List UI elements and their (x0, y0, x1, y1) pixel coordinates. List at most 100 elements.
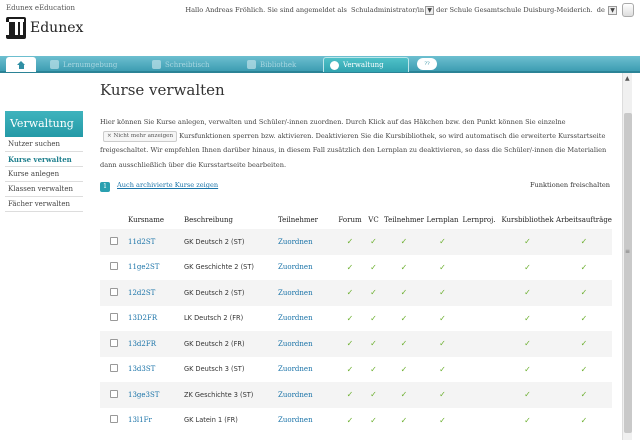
checkmark-icon[interactable]: ✓ (370, 339, 377, 348)
course-name-link[interactable]: 13l1Fr (128, 408, 184, 434)
checkmark-icon[interactable]: ✓ (370, 390, 377, 399)
checkmark-icon[interactable]: ✓ (439, 314, 446, 323)
tab-label: Bibliothek (260, 60, 297, 69)
course-name-link[interactable]: 11ge2ST (128, 255, 184, 281)
checkmark-icon[interactable]: ✓ (524, 288, 531, 297)
column-header-kursname[interactable]: Kursname (128, 211, 184, 229)
checkmark-icon[interactable]: ✓ (370, 365, 377, 374)
table-row: 12d2ST GK Deutsch 2 (ST) Zuordnen ✓ ✓ ✓ ✓ ✓ ✓ (100, 280, 612, 306)
help-button[interactable] (622, 3, 634, 17)
function-cell-lernproj (459, 382, 499, 408)
checkmark-icon[interactable]: ✓ (581, 390, 588, 399)
course-name-link[interactable]: 13ge3ST (128, 382, 184, 408)
checkmark-icon[interactable]: ✓ (401, 237, 408, 246)
tab-lernumgebung[interactable]: Lernumgebung (44, 57, 134, 72)
sidebar-item-faecher-verwalten[interactable]: Fächer verwalten (5, 197, 83, 212)
row-checkbox[interactable] (110, 287, 118, 296)
checkmark-icon[interactable]: ✓ (581, 339, 588, 348)
row-checkbox[interactable] (110, 338, 118, 347)
checkmark-icon[interactable]: ✓ (370, 314, 377, 323)
checkmark-icon[interactable]: ✓ (347, 314, 354, 323)
checkmark-icon[interactable]: ✓ (347, 339, 354, 348)
checkmark-icon[interactable]: ✓ (524, 365, 531, 374)
assign-members-link[interactable]: Zuordnen (278, 331, 335, 357)
logo[interactable]: Edunex (6, 17, 83, 39)
speech-bubble-icon[interactable]: ?? (417, 58, 437, 70)
course-name-link[interactable]: 13d3ST (128, 357, 184, 383)
checkmark-icon[interactable]: ✓ (347, 237, 354, 246)
assign-members-link[interactable]: Zuordnen (278, 280, 335, 306)
row-checkbox[interactable] (110, 313, 118, 322)
checkmark-icon[interactable]: ✓ (401, 365, 408, 374)
checkmark-icon[interactable]: ✓ (401, 263, 408, 272)
checkmark-icon[interactable]: ✓ (581, 365, 588, 374)
checkmark-icon[interactable]: ✓ (439, 365, 446, 374)
checkmark-icon[interactable]: ✓ (347, 390, 354, 399)
checkmark-icon[interactable]: ✓ (347, 416, 354, 425)
checkmark-icon[interactable]: ✓ (439, 288, 446, 297)
checkmark-icon[interactable]: ✓ (439, 237, 446, 246)
checkmark-icon[interactable]: ✓ (370, 288, 377, 297)
tab-schreibtisch[interactable]: Schreibtisch (146, 57, 226, 72)
checkmark-icon[interactable]: ✓ (524, 339, 531, 348)
assign-members-link[interactable]: Zuordnen (278, 229, 335, 255)
tab-home[interactable] (6, 57, 36, 72)
checkmark-icon[interactable]: ✓ (401, 314, 408, 323)
course-name-link[interactable]: 11d2ST (128, 229, 184, 255)
assign-members-link[interactable]: Zuordnen (278, 382, 335, 408)
course-name-link[interactable]: 13d2FR (128, 331, 184, 357)
checkmark-icon[interactable]: ✓ (439, 416, 446, 425)
sidebar-item-kurse-verwalten[interactable]: Kurse verwalten (5, 152, 83, 167)
sidebar-item-kurse-anlegen[interactable]: Kurse anlegen (5, 167, 83, 182)
vertical-scrollbar[interactable]: ▲ ≡ (622, 73, 632, 440)
checkmark-icon[interactable]: ✓ (581, 416, 588, 425)
row-checkbox[interactable] (110, 236, 118, 245)
assign-members-link[interactable]: Zuordnen (278, 357, 335, 383)
row-checkbox[interactable] (110, 364, 118, 373)
checkmark-icon[interactable]: ✓ (370, 416, 377, 425)
checkmark-icon[interactable]: ✓ (439, 339, 446, 348)
scrollbar-thumb[interactable] (624, 113, 632, 433)
role-select[interactable]: Schuladministrator/in ▼ (349, 5, 435, 15)
scroll-up-icon[interactable]: ▲ (625, 75, 630, 82)
checkmark-icon[interactable]: ✓ (347, 263, 354, 272)
checkmark-icon[interactable]: ✓ (524, 237, 531, 246)
checkmark-icon[interactable]: ✓ (581, 314, 588, 323)
checkmark-icon[interactable]: ✓ (347, 365, 354, 374)
assign-members-link[interactable]: Zuordnen (278, 255, 335, 281)
sidebar-item-nutzer-suchen[interactable]: Nutzer suchen (5, 137, 83, 152)
tab-verwaltung[interactable]: Verwaltung (323, 57, 409, 72)
row-checkbox[interactable] (110, 262, 118, 271)
function-cell-vc: ✓ (365, 229, 382, 255)
checkmark-icon[interactable]: ✓ (439, 263, 446, 272)
show-archived-link[interactable]: Auch archivierte Kurse zeigen (117, 181, 218, 189)
checkmark-icon[interactable]: ✓ (370, 263, 377, 272)
checkmark-icon[interactable]: ✓ (370, 237, 377, 246)
checkmark-icon[interactable]: ✓ (401, 339, 408, 348)
sidebar-item-klassen-verwalten[interactable]: Klassen verwalten (5, 182, 83, 197)
language-select[interactable]: de ▼ (595, 5, 617, 15)
tab-bibliothek[interactable]: Bibliothek (241, 57, 311, 72)
checkmark-icon[interactable]: ✓ (581, 237, 588, 246)
assign-members-link[interactable]: Zuordnen (278, 306, 335, 332)
checkmark-icon[interactable]: ✓ (401, 288, 408, 297)
checkmark-icon[interactable]: ✓ (401, 390, 408, 399)
assign-members-link[interactable]: Zuordnen (278, 408, 335, 434)
checkmark-icon[interactable]: ✓ (524, 263, 531, 272)
checkmark-icon[interactable]: ✓ (439, 390, 446, 399)
checkmark-icon[interactable]: ✓ (581, 288, 588, 297)
checkmark-icon[interactable]: ✓ (524, 416, 531, 425)
course-name-link[interactable]: 12d2ST (128, 280, 184, 306)
course-name-link[interactable]: 13D2FR (128, 306, 184, 332)
checkmark-icon[interactable]: ✓ (524, 390, 531, 399)
dismiss-hint-button[interactable]: × Nicht mehr anzeigen (103, 131, 178, 143)
column-header-beschreibung[interactable]: Beschreibung (184, 211, 278, 229)
checkmark-icon[interactable]: ✓ (401, 416, 408, 425)
row-checkbox[interactable] (110, 389, 118, 398)
desk-icon (152, 60, 161, 69)
checkmark-icon[interactable]: ✓ (581, 263, 588, 272)
column-header-teilnehmer[interactable]: Teilnehmer (278, 211, 335, 229)
row-checkbox[interactable] (110, 415, 118, 424)
checkmark-icon[interactable]: ✓ (524, 314, 531, 323)
checkmark-icon[interactable]: ✓ (347, 288, 354, 297)
